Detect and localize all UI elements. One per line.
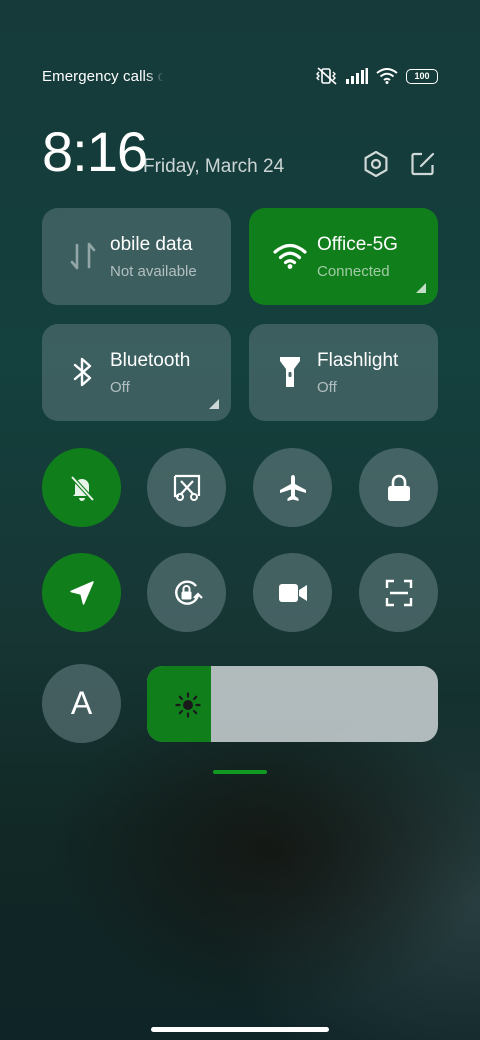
lock-screen-button[interactable] bbox=[359, 448, 438, 527]
tile-mobile-data[interactable]: obile data Not available bbox=[42, 208, 231, 305]
silent-bell-icon bbox=[70, 475, 94, 501]
wifi-icon bbox=[376, 68, 398, 84]
clock-date[interactable]: Friday, March 24 bbox=[143, 156, 284, 178]
screenshot-icon bbox=[173, 474, 200, 501]
scanner-icon bbox=[385, 579, 412, 606]
lock-icon bbox=[387, 474, 410, 501]
scanner-button[interactable] bbox=[359, 553, 438, 632]
battery-icon: 100 bbox=[406, 68, 438, 84]
bluetooth-icon bbox=[66, 354, 100, 390]
tile-flashlight[interactable]: Flashlight Off bbox=[249, 324, 438, 421]
tile-subtitle: Not available bbox=[110, 263, 197, 280]
settings-icon[interactable] bbox=[362, 150, 390, 178]
tile-bluetooth[interactable]: Bluetooth Off bbox=[42, 324, 231, 421]
airplane-icon bbox=[279, 474, 306, 501]
tile-title: Bluetooth bbox=[110, 350, 191, 371]
brightness-slider[interactable] bbox=[147, 666, 438, 742]
sun-icon bbox=[175, 692, 201, 718]
status-icons: 100 bbox=[316, 66, 438, 86]
airplane-mode-button[interactable] bbox=[253, 448, 332, 527]
battery-level: 100 bbox=[414, 71, 430, 81]
location-icon bbox=[69, 580, 94, 605]
panel-drag-handle[interactable] bbox=[213, 770, 267, 774]
tile-subtitle: Off bbox=[110, 379, 130, 396]
tile-title: Office-5G bbox=[317, 234, 398, 255]
tile-title: obile data bbox=[110, 234, 193, 255]
tile-wifi[interactable]: Office-5G Connected bbox=[249, 208, 438, 305]
screen-record-icon bbox=[278, 583, 307, 602]
rotation-lock-button[interactable] bbox=[147, 553, 226, 632]
tile-title: Flashlight bbox=[317, 350, 399, 371]
expand-corner-icon[interactable] bbox=[209, 399, 219, 409]
screenshot-button[interactable] bbox=[147, 448, 226, 527]
tile-subtitle: Off bbox=[317, 379, 337, 396]
status-bar: Emergency calls o 100 bbox=[42, 62, 438, 90]
clock-time[interactable]: 8:16 bbox=[42, 120, 148, 184]
home-indicator[interactable] bbox=[151, 1027, 329, 1032]
signal-icon bbox=[346, 68, 368, 84]
wifi-icon bbox=[273, 238, 307, 274]
status-carrier-text: Emergency calls o bbox=[42, 68, 164, 85]
expand-corner-icon[interactable] bbox=[416, 283, 426, 293]
screen-recorder-button[interactable] bbox=[253, 553, 332, 632]
tile-subtitle: Connected bbox=[317, 263, 390, 280]
auto-brightness-button[interactable]: A bbox=[42, 664, 121, 743]
flashlight-icon bbox=[273, 354, 307, 390]
silent-mode-button[interactable] bbox=[42, 448, 121, 527]
mobile-data-icon bbox=[66, 238, 100, 274]
edit-icon[interactable] bbox=[409, 150, 437, 178]
auto-brightness-icon: A bbox=[70, 685, 93, 721]
muted-vibrate-icon bbox=[316, 67, 337, 85]
location-button[interactable] bbox=[42, 553, 121, 632]
rotation-lock-icon bbox=[174, 579, 203, 605]
